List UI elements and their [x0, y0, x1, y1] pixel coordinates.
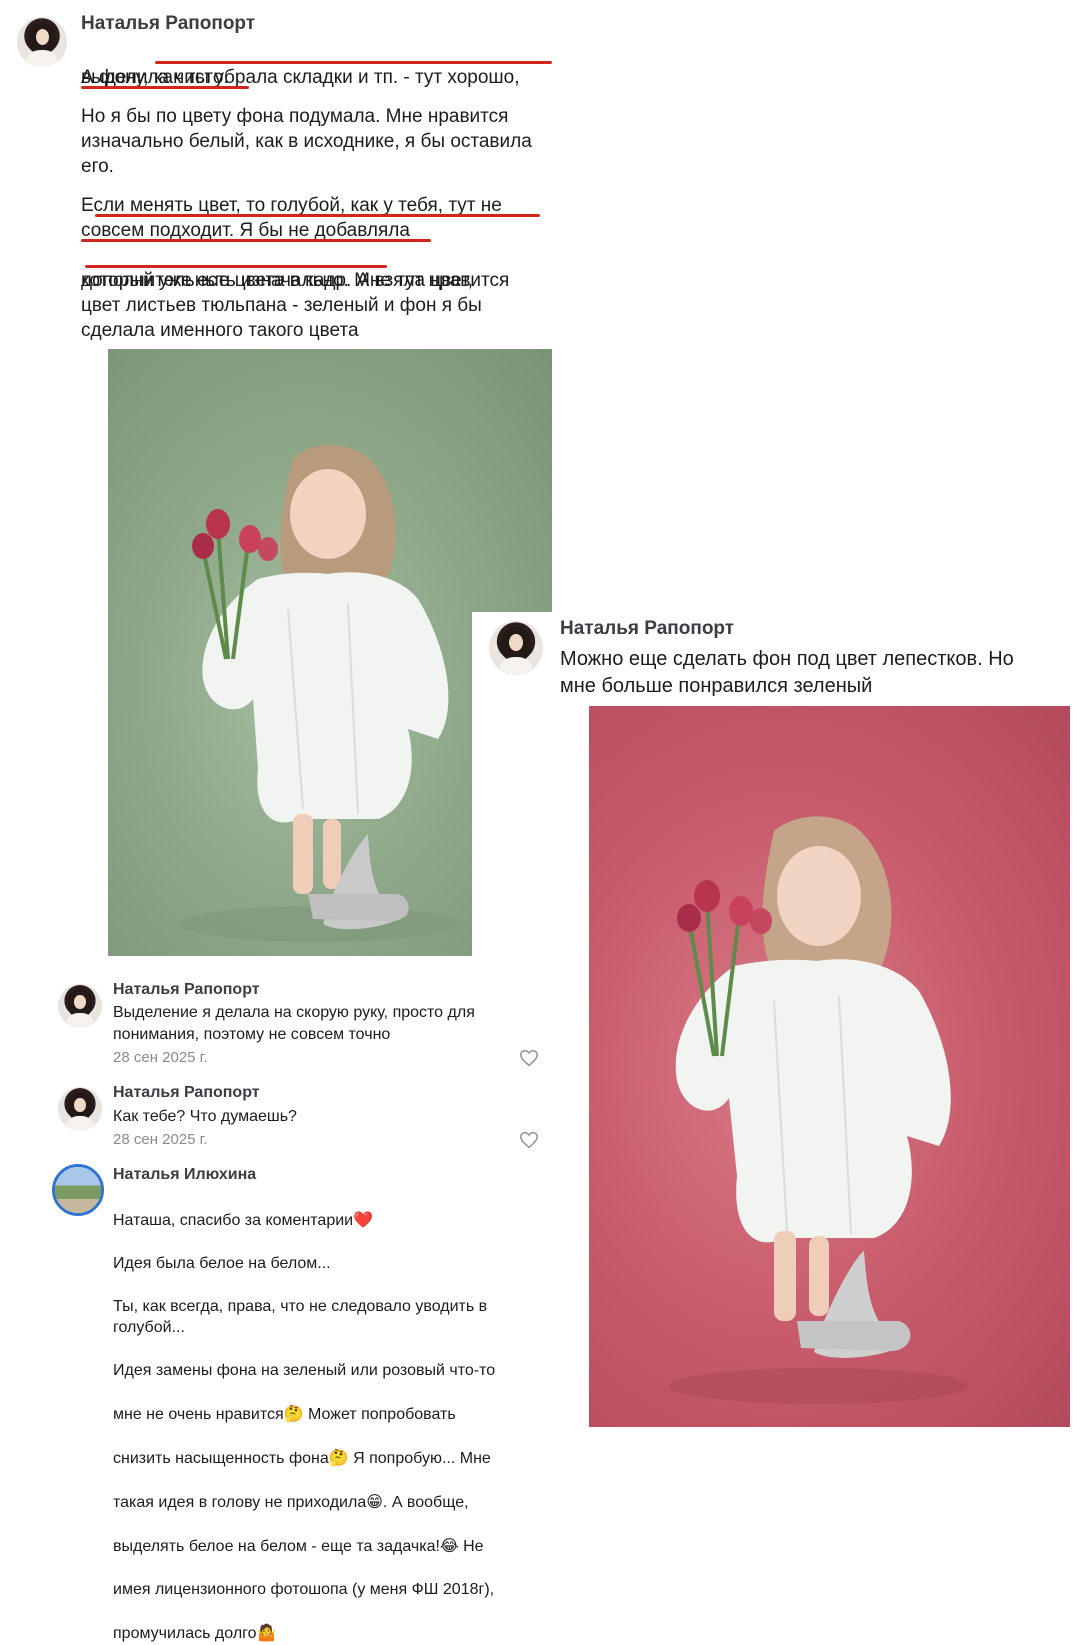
comment-text-segment: выделять белое на белом - еще та задачка… [113, 1538, 440, 1555]
comment-date: 28 сен 2025 г. [113, 1049, 208, 1066]
avatar[interactable] [489, 621, 543, 675]
comment-author[interactable]: Наталья Рапопорт [560, 618, 734, 640]
comment-text-segment: мне не очень нравится [113, 1406, 284, 1423]
like-heart-icon[interactable] [519, 1049, 539, 1067]
comment-text-segment: Не [458, 1538, 484, 1555]
girl-with-tulips-illustration [669, 816, 969, 1404]
shrug-emoji-icon: 🤷 [256, 1623, 277, 1642]
like-heart-icon[interactable] [519, 1131, 539, 1149]
comment-text: который уже есть изначально. Мне тут нра… [81, 270, 510, 341]
comment-text-segment: Я попробую... Мне [348, 1450, 491, 1467]
comment-author[interactable]: Наталья Рапопорт [113, 981, 260, 999]
comment-text-segment: Наташа, спасибо за коментарии [113, 1211, 354, 1229]
comment-text: Наташа, спасибо за коментарии❤️ Идея был… [113, 1187, 553, 1645]
avatar[interactable] [58, 1087, 102, 1131]
thinking-emoji-icon: 🤔 [283, 1404, 304, 1423]
highlight-underline [81, 239, 431, 242]
grin-emoji-icon: 😁 [366, 1492, 383, 1511]
heart-emoji-icon: ❤️ [353, 1209, 374, 1229]
avatar[interactable] [58, 984, 102, 1028]
comment-text-segment: Может попробовать [303, 1406, 456, 1423]
comment-text-segment: Идея была белое на белом... [113, 1254, 331, 1272]
laughing-emoji-icon: 😂 [439, 1536, 459, 1555]
avatar[interactable] [17, 17, 67, 67]
avatar[interactable] [52, 1164, 104, 1216]
highlight-underline [95, 214, 540, 217]
highlight-underline [81, 86, 249, 89]
comment-text-segment: такая идея в голову не приходила [113, 1494, 367, 1511]
comment-text-segment: имея лицензионного фотошопа (у меня ФШ 2… [113, 1581, 495, 1598]
comment-text-segment: . А вообще, [382, 1494, 469, 1511]
comment-text-segment: снизить насыщенность фона [113, 1450, 329, 1467]
comment-author[interactable]: Наталья Рапопорт [113, 1084, 260, 1102]
comment-text-segment: Идея замены фона на зеленый или розовый … [113, 1362, 496, 1379]
comment-text-segment: Ты, как всегда, права, что не следовало … [113, 1297, 488, 1337]
comment-author[interactable]: Наталья Рапопорт [81, 13, 255, 35]
comment-author[interactable]: Наталья Илюхина [113, 1166, 256, 1184]
comment-text-segment: промучилась долго [113, 1625, 257, 1642]
comment-text: Выделение я делала на скорую руку, прост… [113, 1004, 475, 1043]
comment-text: Как тебе? Что думаешь? [113, 1108, 297, 1125]
comment-text: Но я бы по цвету фона подумала. Мне нрав… [81, 106, 532, 177]
thinking-emoji-icon: 🤔 [328, 1448, 349, 1467]
comment-date: 28 сен 2025 г. [113, 1131, 208, 1148]
comment-text: Можно еще сделать фон под цвет лепестков… [560, 648, 1014, 697]
photo-pink-background[interactable] [589, 706, 1070, 1427]
highlight-underline [155, 61, 552, 64]
